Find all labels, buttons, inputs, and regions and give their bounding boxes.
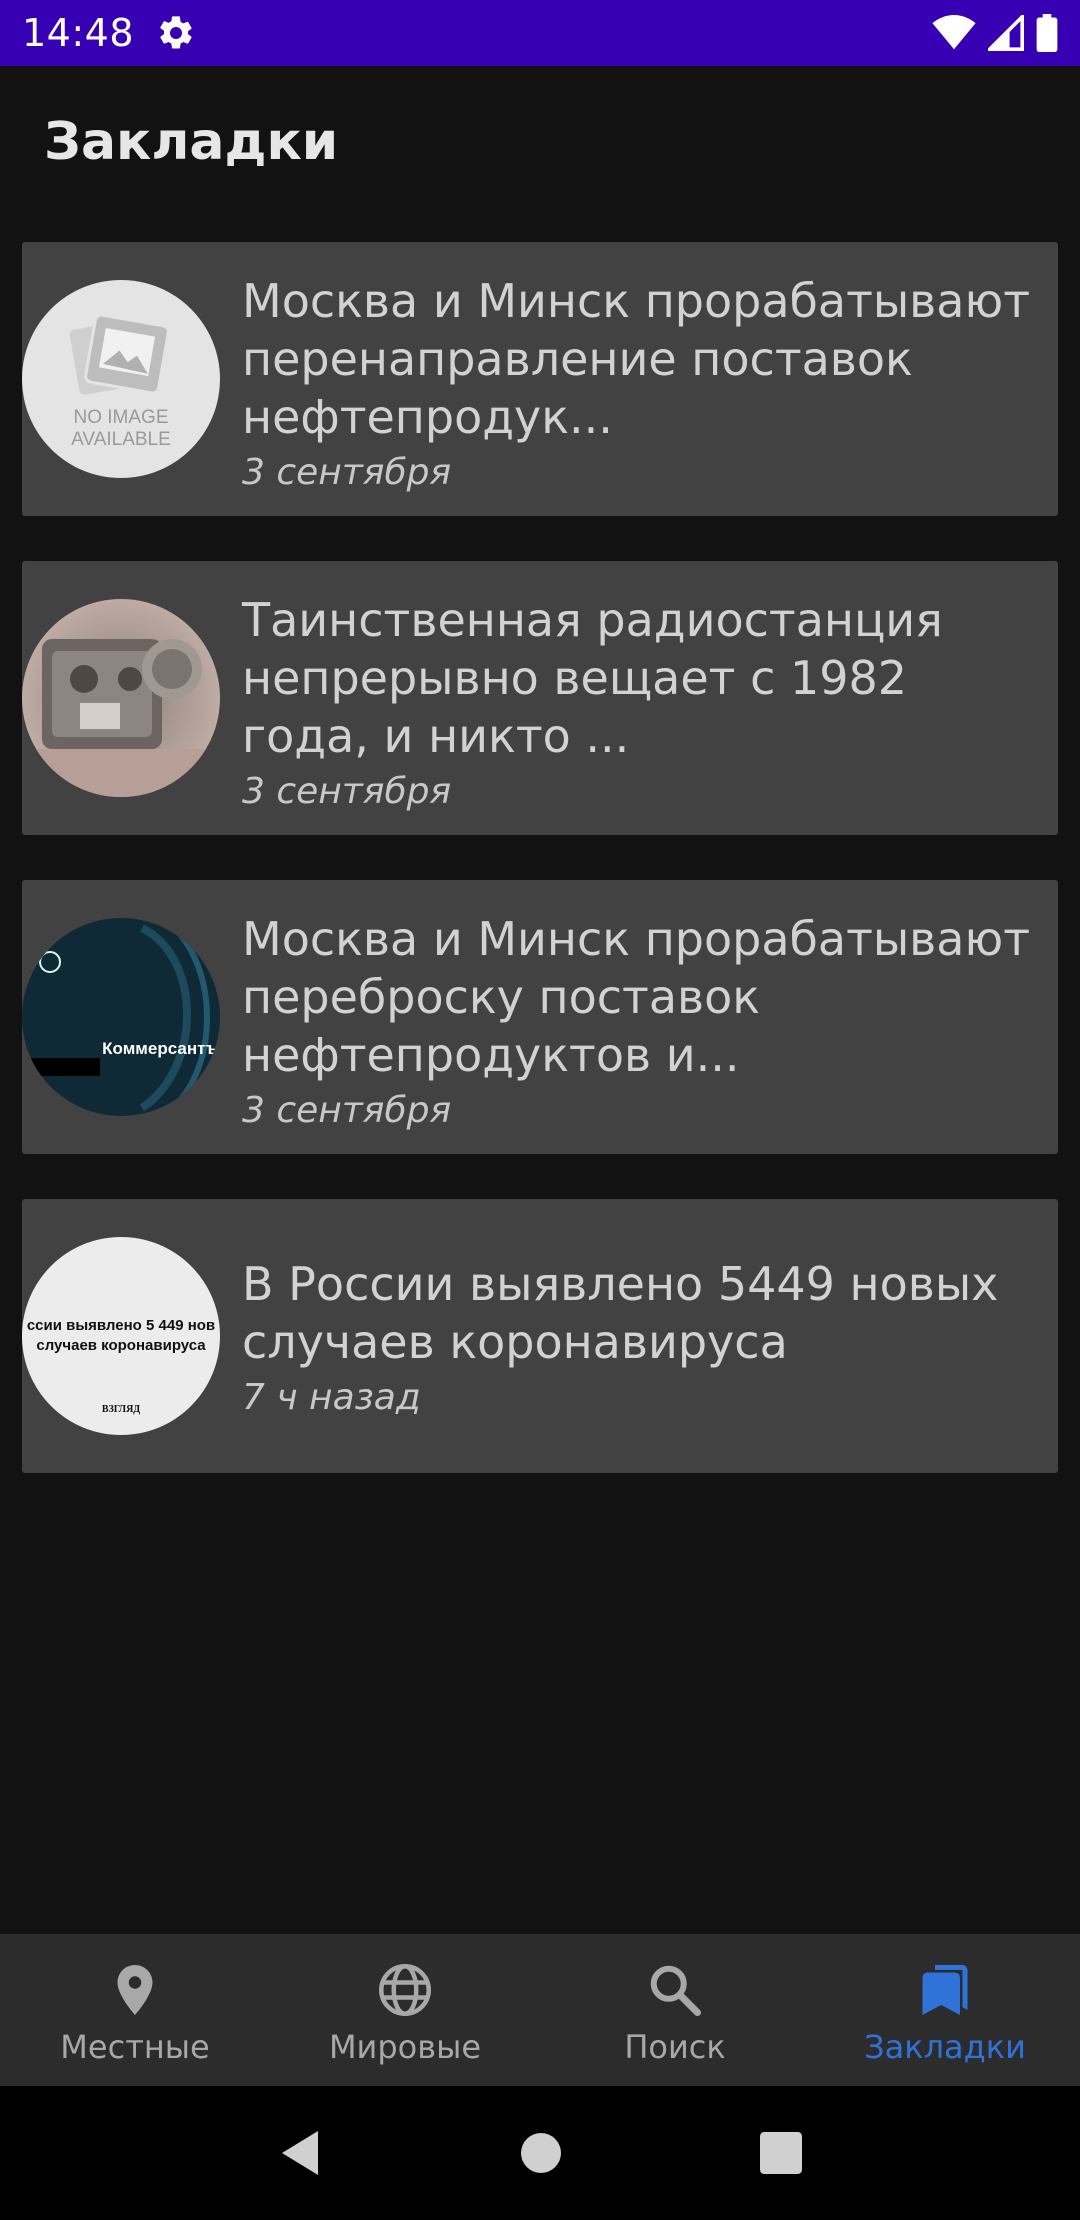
bookmark-title: Москва и Минск прорабатывают перенаправл… <box>242 274 1030 444</box>
nav-item-search[interactable]: Поиск <box>540 1934 810 2086</box>
vzglyad-logo-text: ВЗГЛЯД <box>102 1404 140 1415</box>
bookmark-title: Москва и Минск прорабатывают переброску … <box>242 912 1030 1082</box>
wifi-icon <box>932 15 976 50</box>
thumbnail-no-image: NO IMAGE AVAILABLE <box>22 280 220 478</box>
bookmark-date: 3 сентября <box>242 1090 452 1131</box>
status-icons <box>932 14 1058 52</box>
location-pin-icon <box>117 1965 153 2015</box>
status-bar: 14:48 <box>0 0 1080 66</box>
bottom-navigation: Местные Мировые Поиск Закладки <box>0 1934 1080 2086</box>
bookmark-card[interactable]: ссии выявлено 5 449 нов случаев коронави… <box>22 1199 1058 1473</box>
bookmark-date: 3 сентября <box>242 771 452 812</box>
no-image-text-1: NO IMAGE <box>73 407 168 428</box>
thumbnail-kommersant-logo: Коммерсантъ <box>22 918 220 1116</box>
nav-item-local[interactable]: Местные <box>0 1934 270 2086</box>
nav-item-bookmarks[interactable]: Закладки <box>810 1934 1080 2086</box>
nav-label: Мировые <box>328 2028 482 2066</box>
thumb-headline-2: случаев коронавируса <box>36 1337 206 1354</box>
bookmark-date: 3 сентября <box>242 452 452 493</box>
globe-icon <box>379 1964 431 2016</box>
nav-label: Поиск <box>624 2028 726 2066</box>
bookmark-title: Таинственная радиостанция непрерывно вещ… <box>242 593 943 763</box>
nav-label: Местные <box>60 2028 210 2066</box>
search-icon <box>650 1965 701 2016</box>
bookmark-card[interactable]: Таинственная радиостанция непрерывно вещ… <box>22 561 1058 835</box>
bookmark-date: 7 ч назад <box>242 1377 421 1418</box>
screen: 14:48 Закладки NO IMAGE AVAILABLE Москва… <box>0 0 1080 2220</box>
nav-item-world[interactable]: Мировые <box>270 1934 540 2086</box>
page-title: Закладки <box>44 112 339 172</box>
bookmarks-icon <box>922 1965 968 2015</box>
bookmark-card[interactable]: Коммерсантъ Москва и Минск прорабатывают… <box>22 880 1058 1154</box>
no-image-text-2: AVAILABLE <box>71 429 171 450</box>
bookmark-title: В России выявлено 5449 новых случаев кор… <box>242 1257 999 1369</box>
signal-icon <box>988 15 1024 51</box>
home-icon[interactable] <box>519 2131 563 2175</box>
status-time: 14:48 <box>22 11 135 55</box>
battery-icon <box>1036 14 1058 52</box>
kommersant-logo-text: Коммерсантъ <box>102 1039 218 1058</box>
recents-icon[interactable] <box>759 2132 802 2174</box>
thumb-headline-1: ссии выявлено 5 449 нов <box>27 1317 215 1334</box>
nav-label: Закладки <box>864 2028 1026 2066</box>
bookmark-list: NO IMAGE AVAILABLE Москва и Минск прораб… <box>22 242 1058 1518</box>
system-navigation-bar <box>0 2086 1080 2220</box>
bookmark-card[interactable]: NO IMAGE AVAILABLE Москва и Минск прораб… <box>22 242 1058 516</box>
thumbnail-vzglyad: ссии выявлено 5 449 нов случаев коронави… <box>22 1237 220 1435</box>
thumbnail-radio-photo <box>22 599 220 797</box>
gear-icon <box>160 16 192 49</box>
back-icon[interactable] <box>278 2129 322 2177</box>
